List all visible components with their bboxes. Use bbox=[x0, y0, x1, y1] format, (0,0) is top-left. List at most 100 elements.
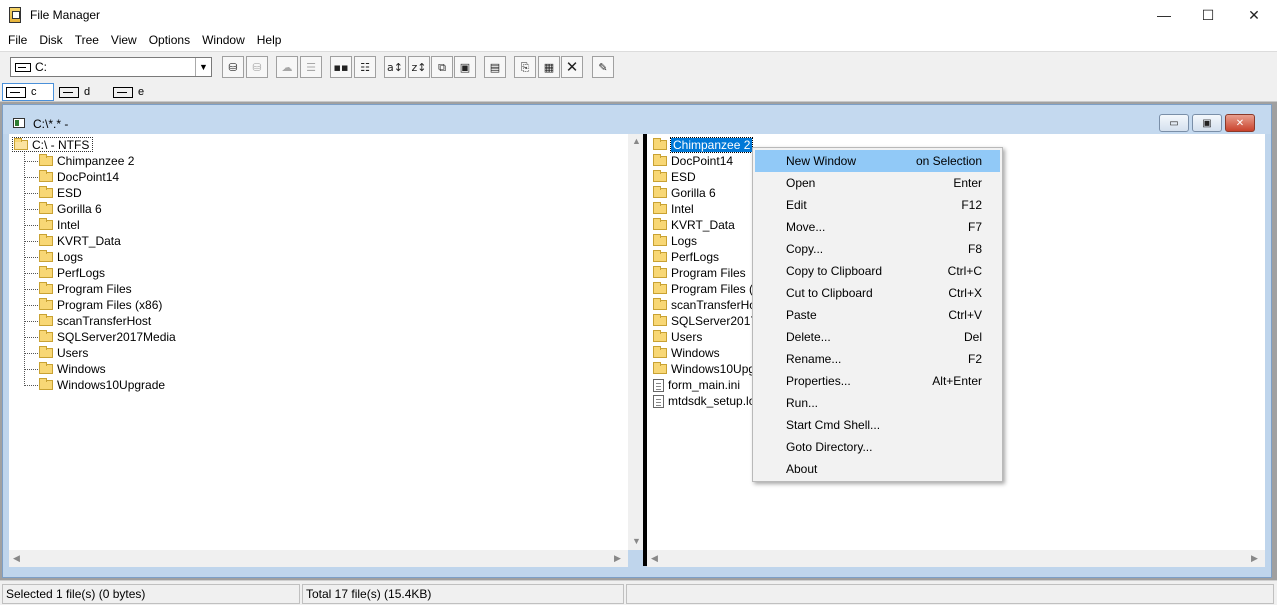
stop-sharing-icon[interactable]: ☰ bbox=[300, 56, 322, 78]
file-list-item[interactable]: ESD bbox=[653, 169, 696, 185]
context-menu-item[interactable]: About bbox=[755, 458, 1000, 480]
tree-item[interactable]: Program Files bbox=[24, 281, 132, 297]
child-minimize-button[interactable]: ▭ bbox=[1159, 114, 1189, 132]
tree-item[interactable]: SQLServer2017Media bbox=[24, 329, 176, 345]
status-extra bbox=[626, 584, 1274, 604]
context-menu-item[interactable]: Edit F12 bbox=[755, 194, 1000, 216]
menu-options[interactable]: Options bbox=[143, 30, 196, 51]
tree-item[interactable]: ESD bbox=[24, 185, 82, 201]
tree-connector-line bbox=[24, 160, 38, 162]
connect-drive-icon[interactable]: ⛁ bbox=[222, 56, 244, 78]
drive-c-button[interactable]: c bbox=[2, 83, 54, 101]
tree-item[interactable]: Windows10Upgrade bbox=[24, 377, 165, 393]
delete-icon[interactable]: ✕ bbox=[561, 56, 583, 78]
scroll-left-icon[interactable]: ◀ bbox=[13, 553, 20, 564]
tree-item[interactable]: DocPoint14 bbox=[24, 169, 119, 185]
sort-by-date-icon[interactable]: ▣ bbox=[454, 56, 476, 78]
context-menu-item[interactable]: Run... bbox=[755, 392, 1000, 414]
file-list-item[interactable]: form_main.ini bbox=[653, 377, 740, 393]
file-list-item[interactable]: Windows10Upgra bbox=[653, 361, 766, 377]
menu-view[interactable]: View bbox=[105, 30, 143, 51]
copy-icon[interactable]: ⎘ bbox=[514, 56, 536, 78]
child-close-button[interactable]: ✕ bbox=[1225, 114, 1255, 132]
share-icon[interactable]: ☁ bbox=[276, 56, 298, 78]
file-list-item[interactable]: DocPoint14 bbox=[653, 153, 733, 169]
tree-item[interactable]: Users bbox=[24, 345, 88, 361]
context-menu-item[interactable]: Goto Directory... bbox=[755, 436, 1000, 458]
folder-icon bbox=[39, 266, 53, 278]
drive-select[interactable]: C: ▼ bbox=[10, 57, 212, 77]
drive-d-button[interactable]: d bbox=[56, 83, 106, 101]
menu-help[interactable]: Help bbox=[251, 30, 288, 51]
tree-item[interactable]: scanTransferHost bbox=[24, 313, 151, 329]
context-menu-item[interactable]: Open Enter bbox=[755, 172, 1000, 194]
context-menu-item[interactable]: Properties... Alt+Enter bbox=[755, 370, 1000, 392]
file-list-item-label: Program Files bbox=[671, 266, 746, 280]
close-button[interactable]: ✕ bbox=[1231, 0, 1277, 30]
file-list-item[interactable]: Windows bbox=[653, 345, 720, 361]
minimize-button[interactable]: — bbox=[1141, 0, 1187, 30]
context-menu-item-label: Move... bbox=[786, 220, 826, 234]
file-list-item[interactable]: Gorilla 6 bbox=[653, 185, 716, 201]
chevron-down-icon[interactable]: ▼ bbox=[195, 58, 211, 76]
context-menu-item[interactable]: Start Cmd Shell... bbox=[755, 414, 1000, 436]
file-list-item[interactable]: PerfLogs bbox=[653, 249, 719, 265]
tree-item[interactable]: Logs bbox=[24, 249, 83, 265]
scroll-right-icon[interactable]: ▶ bbox=[614, 553, 621, 564]
list-view-icon[interactable]: ☷ bbox=[354, 56, 376, 78]
folder-icon bbox=[653, 234, 667, 246]
file-list-item[interactable]: mtdsdk_setup.log bbox=[653, 393, 762, 409]
scroll-right-icon[interactable]: ▶ bbox=[1251, 553, 1258, 564]
menu-file[interactable]: File bbox=[2, 30, 33, 51]
context-menu-item[interactable]: Delete... Del bbox=[755, 326, 1000, 348]
sort-by-name-icon[interactable]: a↕ bbox=[384, 56, 406, 78]
tree-pane[interactable]: C:\ - NTFS Chimpanzee 2 DocPoint14 ESD Gori… bbox=[9, 134, 628, 550]
menu-window[interactable]: Window bbox=[196, 30, 251, 51]
tree-item[interactable]: KVRT_Data bbox=[24, 233, 121, 249]
context-menu-item[interactable]: Cut to Clipboard Ctrl+X bbox=[755, 282, 1000, 304]
context-menu-item[interactable]: Copy to Clipboard Ctrl+C bbox=[755, 260, 1000, 282]
tree-horizontal-scrollbar[interactable]: ◀ ▶ bbox=[9, 550, 628, 567]
maximize-button[interactable]: ☐ bbox=[1185, 0, 1231, 30]
context-menu-item[interactable]: Rename... F2 bbox=[755, 348, 1000, 370]
child-maximize-button[interactable]: ▣ bbox=[1192, 114, 1222, 132]
large-icons-view-icon[interactable]: ▪▪ bbox=[330, 56, 352, 78]
file-list-horizontal-scrollbar[interactable]: ◀ ▶ bbox=[647, 550, 1265, 567]
context-menu-item[interactable]: Paste Ctrl+V bbox=[755, 304, 1000, 326]
sort-by-type-icon[interactable]: z↕ bbox=[408, 56, 430, 78]
tree-item-label: scanTransferHost bbox=[57, 314, 152, 328]
file-list-item[interactable]: KVRT_Data bbox=[653, 217, 735, 233]
drive-e-button[interactable]: e bbox=[110, 83, 160, 101]
file-list-item[interactable]: scanTransferHost bbox=[653, 297, 765, 313]
scroll-left-icon[interactable]: ◀ bbox=[651, 553, 658, 564]
file-list-item[interactable]: Users bbox=[653, 329, 702, 345]
tree-item[interactable]: Gorilla 6 bbox=[24, 201, 102, 217]
tree-root-label: C:\ - NTFS bbox=[32, 137, 90, 152]
menu-disk[interactable]: Disk bbox=[33, 30, 68, 51]
file-list-item[interactable]: Logs bbox=[653, 233, 697, 249]
tree-item[interactable]: Windows bbox=[24, 361, 106, 377]
tree-item[interactable]: PerfLogs bbox=[24, 265, 105, 281]
context-menu-item-label: Edit bbox=[786, 198, 807, 212]
paste-icon[interactable]: ▦ bbox=[538, 56, 560, 78]
file-list-item[interactable]: Program Files bbox=[653, 265, 746, 281]
scroll-up-icon[interactable]: ▲ bbox=[632, 136, 641, 146]
settings-file-icon bbox=[653, 378, 664, 392]
context-menu-item[interactable]: Copy... F8 bbox=[755, 238, 1000, 260]
new-window-icon[interactable]: ▤ bbox=[484, 56, 506, 78]
context-menu-item-shortcut: F2 bbox=[967, 352, 982, 366]
tree-item[interactable]: Program Files (x86) bbox=[24, 297, 162, 313]
file-list-item[interactable]: Chimpanzee 2 bbox=[653, 137, 754, 153]
scroll-down-icon[interactable]: ▼ bbox=[632, 536, 641, 546]
disconnect-drive-icon[interactable]: ⛁ bbox=[246, 56, 268, 78]
context-menu-item[interactable]: New Window on Selection bbox=[755, 150, 1000, 172]
tree-item[interactable]: Intel bbox=[24, 217, 80, 233]
file-list-item[interactable]: SQLServer2017M bbox=[653, 313, 767, 329]
tree-root[interactable]: C:\ - NTFS bbox=[12, 137, 94, 152]
sort-by-size-icon[interactable]: ⧉ bbox=[431, 56, 453, 78]
menu-tree[interactable]: Tree bbox=[69, 30, 105, 51]
context-menu-item[interactable]: Move... F7 bbox=[755, 216, 1000, 238]
file-list-item[interactable]: Intel bbox=[653, 201, 694, 217]
tree-item[interactable]: Chimpanzee 2 bbox=[24, 153, 134, 169]
help-icon[interactable]: ✎ bbox=[592, 56, 614, 78]
